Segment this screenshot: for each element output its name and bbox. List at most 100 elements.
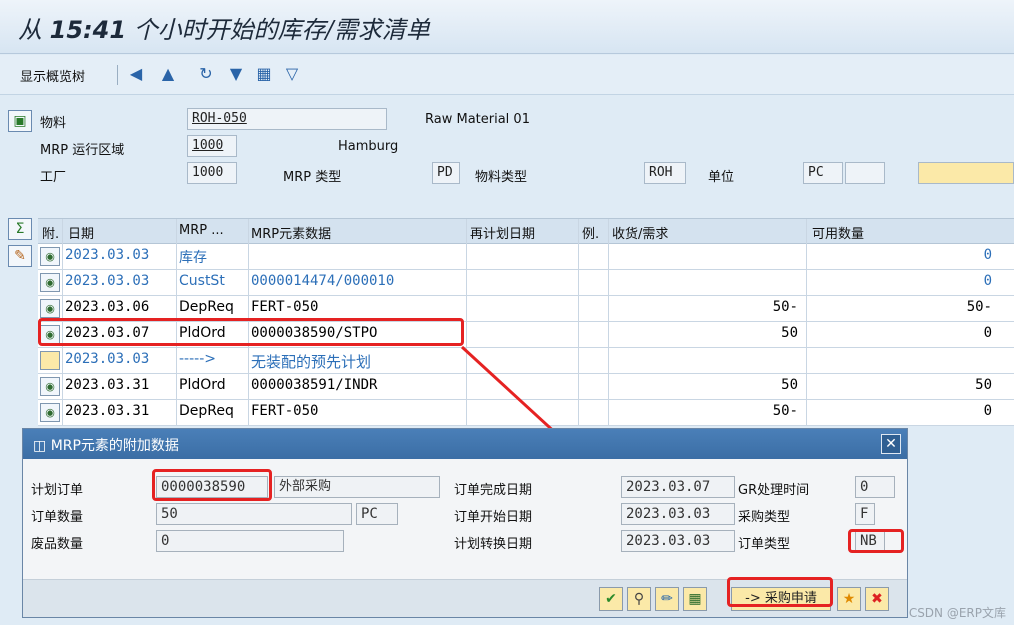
row-available: 0 <box>983 247 992 263</box>
row-element: 无装配的预先计划 <box>251 353 372 371</box>
scrap-qty-label: 废品数量 <box>31 537 84 552</box>
display-icon[interactable]: ⚲ <box>627 587 651 611</box>
page-title: 从 15:41 个小时开始的库存/需求清单 <box>18 16 430 44</box>
highlight-field[interactable] <box>918 162 1014 184</box>
unit-extra-field <box>845 162 885 184</box>
col-divider <box>608 219 609 426</box>
conv-date-label: 计划转换日期 <box>454 537 533 552</box>
col-date[interactable]: 日期 <box>68 223 94 242</box>
mrp-area-field[interactable]: 1000 <box>187 135 237 157</box>
row-mrp: PldOrd <box>179 377 226 393</box>
proc-type-label: 采购类型 <box>738 510 791 525</box>
chart-icon[interactable]: ▲ <box>158 64 178 84</box>
row-mrp: CustSt <box>179 273 225 289</box>
col-element[interactable]: MRP元素数据 <box>251 223 331 242</box>
row-available: 0 <box>983 403 992 419</box>
unit-field[interactable]: PC <box>803 162 843 184</box>
row-mrp: DepReq <box>179 299 234 315</box>
details-icon[interactable]: ◉ <box>40 403 60 422</box>
conv-date-field[interactable]: 2023.03.03 <box>621 530 735 552</box>
dialog-title: ◫ MRP元素的附加数据 <box>33 438 179 454</box>
material-field[interactable]: ROH-050 <box>187 108 387 130</box>
highlight-order-type-field <box>848 529 904 553</box>
details-icon[interactable]: ◉ <box>40 247 60 266</box>
row-date: 2023.03.03 <box>65 351 150 367</box>
title-bar: 从 15:41 个小时开始的库存/需求清单 <box>0 0 1014 54</box>
refresh-icon[interactable]: ↻ <box>196 64 216 84</box>
row-date: 2023.03.31 <box>65 377 150 393</box>
start-date-field[interactable]: 2023.03.03 <box>621 503 735 525</box>
mrp-type-field[interactable]: PD <box>432 162 460 184</box>
table-row[interactable]: 2023.03.03 -----> 无装配的预先计划 <box>38 348 1014 374</box>
order-unit-field: PC <box>356 503 398 525</box>
confirm-icon[interactable]: ✔ <box>599 587 623 611</box>
material-toggle-icon[interactable]: ▣ <box>8 110 32 132</box>
material-label: 物料 <box>40 116 67 131</box>
row-receipt: 50 <box>781 325 798 341</box>
row-element: FERT-050 <box>251 299 319 315</box>
toolbar-separator <box>117 65 118 85</box>
procurement-text-field: 外部采购 <box>274 476 440 498</box>
row-element: 0000014474/000010 <box>251 273 395 289</box>
order-qty-field[interactable]: 50 <box>156 503 352 525</box>
col-reschedule[interactable]: 再计划日期 <box>470 223 535 242</box>
mrp-area-label: MRP 运行区域 <box>40 143 125 158</box>
edit-icon[interactable]: ✏ <box>655 587 679 611</box>
dialog-title-bar: ◫ MRP元素的附加数据 ✕ <box>23 429 907 459</box>
layout-icon[interactable]: ▦ <box>254 64 274 84</box>
close-icon[interactable]: ✕ <box>881 434 901 454</box>
row-element: 0000038591/INDR <box>251 377 378 393</box>
row-mrp: 库存 <box>179 250 207 266</box>
toolbar: 显示概览树 ◀ ▲ ↻ ▼ ▦ ▽ <box>0 55 1014 95</box>
favorite-icon[interactable]: ★ <box>837 587 861 611</box>
gr-time-label: GR处理时间 <box>738 483 810 498</box>
row-available: 0 <box>983 273 992 289</box>
export-icon[interactable]: ✎ <box>8 245 32 267</box>
row-date: 2023.03.03 <box>65 247 150 263</box>
order-type-label: 订单类型 <box>738 537 791 552</box>
row-date: 2023.03.06 <box>65 299 150 315</box>
material-type-field[interactable]: ROH <box>644 162 686 184</box>
row-mrp: -----> <box>179 351 216 367</box>
filter-icon[interactable]: ▼ <box>226 64 246 84</box>
table-row[interactable]: ◉ 2023.03.31 PldOrd 0000038591/INDR 50 5… <box>38 374 1014 400</box>
table-row[interactable]: ◉ 2023.03.03 库存 0 <box>38 244 1014 270</box>
mrp-area-description: Hamburg <box>338 139 399 154</box>
col-exception[interactable]: 例. <box>582 223 599 242</box>
details-icon[interactable]: ◉ <box>40 299 60 318</box>
row-receipt: 50 <box>781 377 798 393</box>
details-icon[interactable]: ◉ <box>40 377 60 396</box>
table-row[interactable]: ◉ 2023.03.31 DepReq FERT-050 50- 0 <box>38 400 1014 426</box>
order-qty-label: 订单数量 <box>31 510 84 525</box>
planned-order-label: 计划订单 <box>31 483 84 498</box>
select-filter-icon[interactable]: ▽ <box>282 64 302 84</box>
scrap-qty-field[interactable]: 0 <box>156 530 344 552</box>
row-available: 50- <box>966 299 992 315</box>
details-icon[interactable]: ◉ <box>40 273 60 292</box>
gr-time-field[interactable]: 0 <box>855 476 895 498</box>
sum-icon[interactable]: Σ <box>8 218 32 240</box>
row-available: 50 <box>975 377 992 393</box>
col-attachment[interactable]: 附. <box>42 223 59 242</box>
highlight-purchase-req-button <box>727 577 833 607</box>
row-available: 0 <box>983 325 992 341</box>
row-receipt: 50- <box>772 299 798 315</box>
finish-date-label: 订单完成日期 <box>454 483 533 498</box>
plant-field[interactable]: 1000 <box>187 162 237 184</box>
table-header: 附. 日期 MRP ... MRP元素数据 再计划日期 例. 收货/需求 可用数… <box>38 219 1014 244</box>
cancel-icon[interactable]: ✖ <box>865 587 889 611</box>
col-divider <box>578 219 579 426</box>
proc-type-field[interactable]: F <box>855 503 875 525</box>
table-row[interactable]: ◉ 2023.03.03 CustSt 0000014474/000010 0 <box>38 270 1014 296</box>
row-date: 2023.03.31 <box>65 403 150 419</box>
finish-date-field[interactable]: 2023.03.07 <box>621 476 735 498</box>
highlight-planned-order-row <box>38 318 464 346</box>
col-divider <box>466 219 467 426</box>
col-available[interactable]: 可用数量 <box>812 223 864 242</box>
back-icon[interactable]: ◀ <box>126 64 146 84</box>
col-receipt[interactable]: 收货/需求 <box>612 223 668 242</box>
overview-tree-button[interactable]: 显示概览树 <box>20 66 85 85</box>
col-mrp[interactable]: MRP ... <box>179 223 224 238</box>
hierarchy-icon[interactable]: ▦ <box>683 587 707 611</box>
placeholder-icon <box>40 351 60 370</box>
